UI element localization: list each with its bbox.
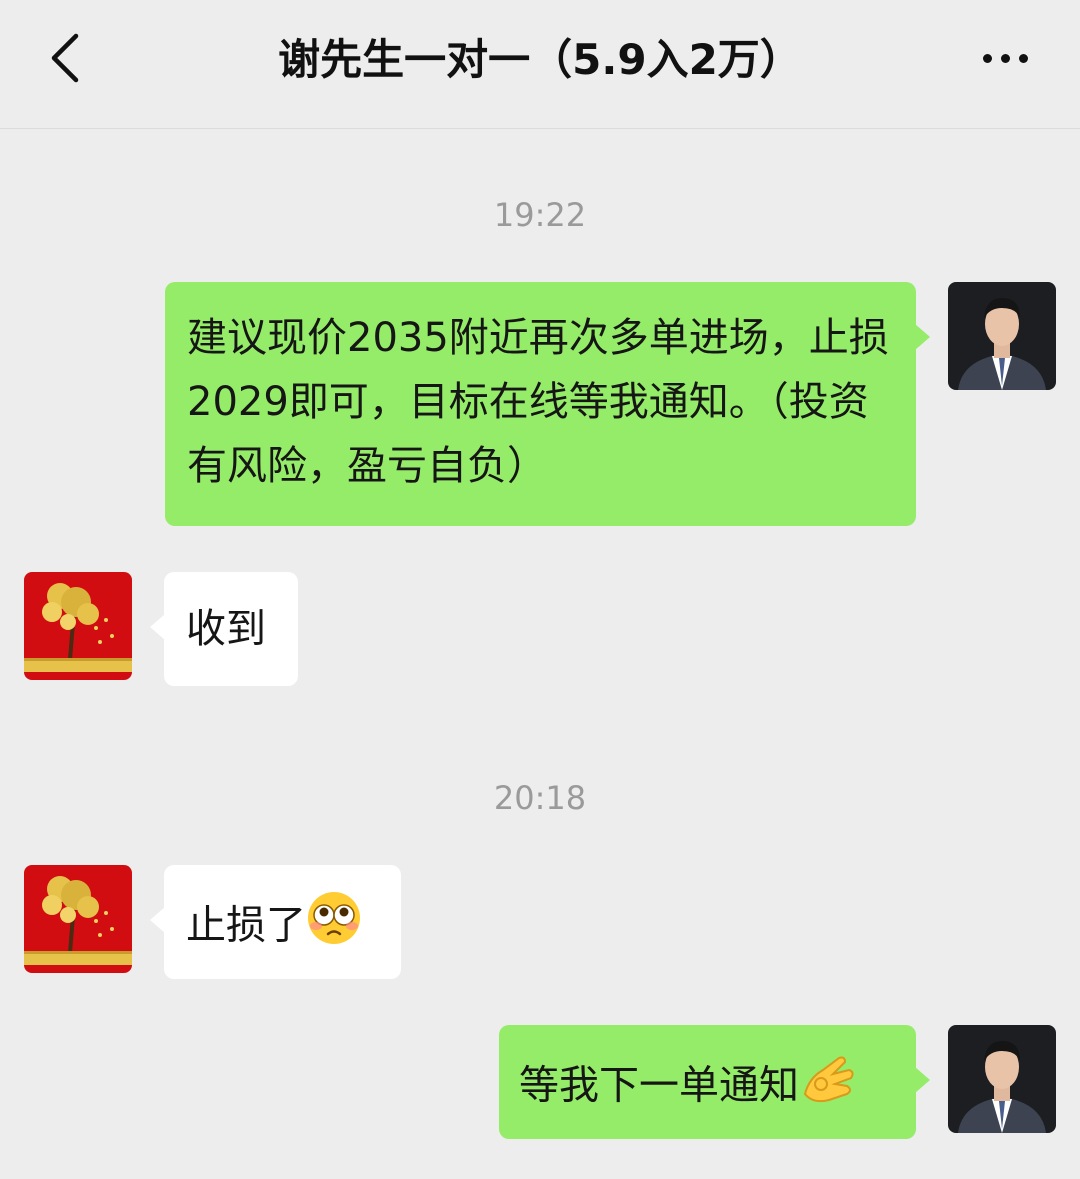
pleading-face-emoji — [306, 890, 362, 965]
man-portrait-avatar — [948, 1025, 1056, 1133]
ellipsis-dot — [1018, 53, 1028, 63]
chat-header: 谢先生一对一（5.9入2万） — [0, 0, 1080, 129]
avatar[interactable] — [24, 865, 132, 973]
outgoing-message-bubble[interactable]: 建议现价2035附近再次多单进场，止损2029即可，目标在线等我通知。（投资有风… — [165, 282, 930, 526]
avatar[interactable] — [948, 282, 1056, 390]
message-text: 收到 — [186, 606, 266, 652]
ellipsis-icon — [982, 53, 992, 63]
outgoing-message-bubble[interactable]: 等我下一单通知 — [499, 1025, 930, 1139]
golden-tree-avatar — [24, 572, 132, 680]
avatar[interactable] — [24, 572, 132, 680]
man-portrait-avatar — [948, 282, 1056, 390]
incoming-message-bubble[interactable]: 收到 — [150, 572, 298, 686]
more-options-button[interactable] — [970, 28, 1040, 88]
avatar[interactable] — [948, 1025, 1056, 1133]
ellipsis-dot — [1000, 53, 1010, 63]
timestamp: 19:22 — [493, 196, 587, 234]
golden-tree-avatar — [24, 865, 132, 973]
message-text: 等我下一单通知 — [519, 1062, 799, 1109]
ok-hand-emoji — [799, 1050, 857, 1125]
back-button[interactable] — [36, 28, 96, 88]
timestamp: 20:18 — [493, 779, 587, 817]
message-text: 建议现价2035附近再次多单进场，止损2029即可，目标在线等我通知。（投资有风… — [187, 315, 889, 489]
incoming-message-bubble[interactable]: 止损了 — [150, 865, 401, 979]
chat-title: 谢先生一对一（5.9入2万） — [278, 35, 802, 84]
message-text: 止损了 — [186, 902, 306, 949]
chevron-left-icon — [51, 33, 79, 83]
